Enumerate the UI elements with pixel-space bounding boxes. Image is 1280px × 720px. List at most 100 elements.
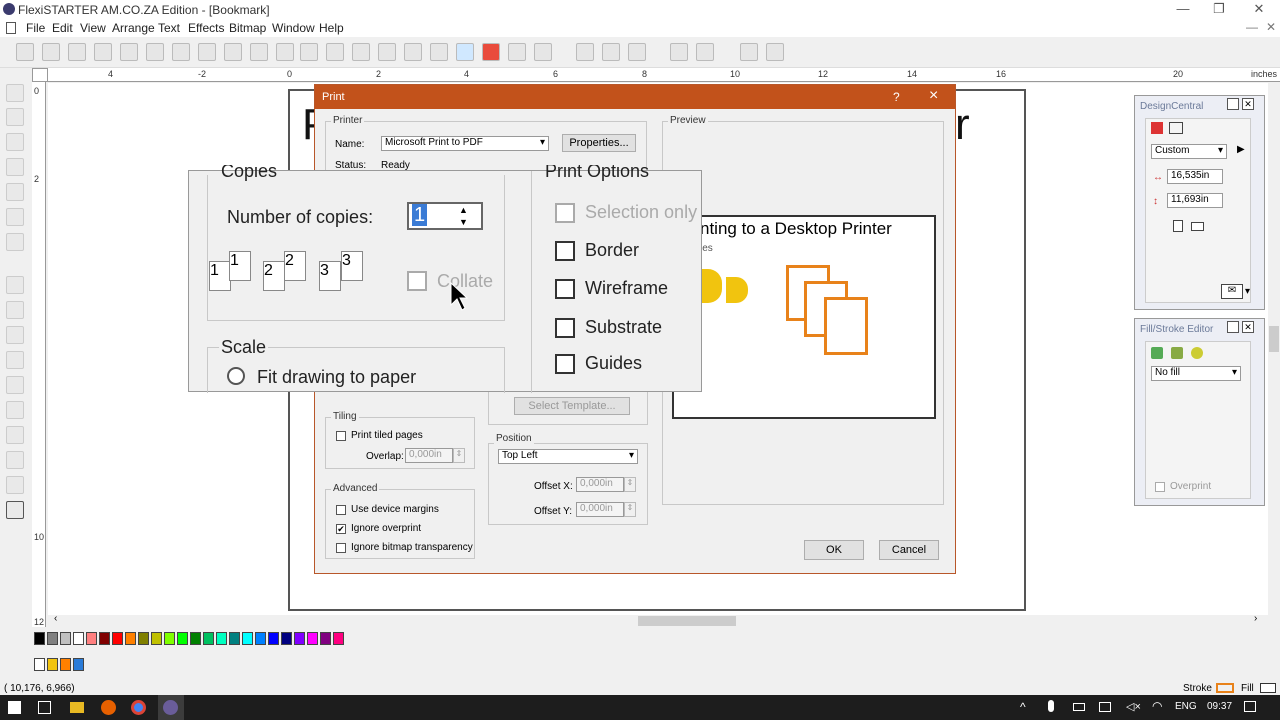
color-swatch[interactable] <box>34 632 45 645</box>
ellipse-icon[interactable] <box>602 43 620 61</box>
menu-window[interactable]: Window <box>272 21 315 35</box>
color-swatch[interactable] <box>268 632 279 645</box>
color-swatch[interactable] <box>73 658 84 671</box>
network-icon[interactable] <box>1099 702 1111 712</box>
menu-arrange[interactable]: Arrange <box>112 21 155 35</box>
color-swatch[interactable] <box>320 632 331 645</box>
clock[interactable]: 09:37 <box>1207 701 1232 712</box>
overprint-checkbox[interactable] <box>1155 482 1165 492</box>
page-preset-select[interactable]: Custom ▾ <box>1151 144 1227 159</box>
offset-y-field[interactable]: 0,000in <box>576 502 624 517</box>
knife-icon[interactable] <box>766 43 784 61</box>
redo-icon[interactable] <box>326 43 344 61</box>
horizontal-scrollbar[interactable]: ‹ › <box>48 613 1268 627</box>
view-tool-icon[interactable] <box>6 501 24 519</box>
dialog-close-button[interactable]: × <box>929 87 938 105</box>
menu-view[interactable]: View <box>80 21 106 35</box>
text-tool-icon[interactable] <box>6 108 24 126</box>
selection-only-checkbox[interactable] <box>555 203 575 223</box>
arrange-icon[interactable] <box>378 43 396 61</box>
zoom-selection-icon[interactable] <box>6 426 24 444</box>
color-swatch[interactable] <box>151 632 162 645</box>
scroll-right-icon[interactable]: › <box>1254 613 1257 624</box>
select-template-button[interactable]: Select Template... <box>514 397 630 415</box>
overlap-spinner[interactable]: ⇕ <box>453 448 465 463</box>
panel-minimize-icon[interactable] <box>1227 98 1239 110</box>
color-swatch[interactable] <box>34 658 45 671</box>
zoom-fit-icon[interactable] <box>6 401 24 419</box>
color-swatch[interactable] <box>164 632 175 645</box>
print-tiled-checkbox[interactable] <box>336 431 346 441</box>
color-swatch[interactable] <box>47 658 58 671</box>
zoom-tool-icon[interactable] <box>6 276 24 294</box>
offset-x-spinner[interactable]: ⇕ <box>624 477 636 492</box>
properties-button[interactable]: Properties... <box>562 134 636 152</box>
page-icon[interactable] <box>1169 122 1183 134</box>
portrait-icon[interactable] <box>1173 220 1183 232</box>
print-icon[interactable] <box>146 43 164 61</box>
play-icon[interactable]: ▶ <box>1237 144 1245 155</box>
palette-icon[interactable] <box>456 43 474 61</box>
offset-x-field[interactable]: 0,000in <box>576 477 624 492</box>
open-icon[interactable] <box>42 43 60 61</box>
chrome-icon[interactable] <box>131 700 146 715</box>
offset-y-spinner[interactable]: ⇕ <box>624 502 636 517</box>
wifi-icon[interactable]: ◠ <box>1152 699 1162 713</box>
panel-close-icon[interactable]: ✕ <box>1242 321 1254 333</box>
star-icon[interactable] <box>628 43 646 61</box>
page-width-field[interactable]: 16,535in <box>1167 169 1223 184</box>
volume-icon[interactable]: ◁× <box>1126 700 1141 713</box>
rectangle-tool-icon[interactable] <box>6 158 24 176</box>
color-swatch[interactable] <box>203 632 214 645</box>
menu-help[interactable]: Help <box>319 21 344 35</box>
fill-style-icon[interactable] <box>1191 347 1203 359</box>
zoom-color-icon[interactable] <box>430 43 448 61</box>
color-swatch[interactable] <box>294 632 305 645</box>
stroke-swatch[interactable] <box>1216 683 1234 693</box>
landscape-icon[interactable] <box>1191 222 1204 231</box>
undo-icon[interactable] <box>300 43 318 61</box>
scroll-left-icon[interactable]: ‹ <box>54 613 57 624</box>
document-setup-icon[interactable] <box>1151 122 1163 134</box>
color-wheel-icon[interactable] <box>404 43 422 61</box>
panel-close-icon[interactable]: ✕ <box>1242 98 1254 110</box>
color-swatch[interactable] <box>242 632 253 645</box>
color-swatch[interactable] <box>60 632 71 645</box>
save-as-icon[interactable] <box>94 43 112 61</box>
menu-edit[interactable]: Edit <box>52 21 73 35</box>
menu-file[interactable]: File <box>26 21 45 35</box>
cloud-upload-icon[interactable] <box>534 43 552 61</box>
close-icon[interactable]: ✕ <box>1248 1 1270 17</box>
scroll-thumb[interactable] <box>638 616 736 626</box>
ignore-bitmap-checkbox[interactable] <box>336 543 346 553</box>
doc-minimize-icon[interactable]: — <box>1246 20 1258 34</box>
panel-minimize-icon[interactable] <box>1227 321 1239 333</box>
import-icon[interactable] <box>120 43 138 61</box>
menu-text[interactable]: Text <box>158 21 180 35</box>
collate-checkbox[interactable] <box>407 271 427 291</box>
hand-tool-icon[interactable] <box>6 476 24 494</box>
border-checkbox[interactable] <box>555 241 575 261</box>
color-swatch[interactable] <box>177 632 188 645</box>
ok-button[interactable]: OK <box>804 540 864 560</box>
cloud-icon[interactable] <box>508 43 526 61</box>
ignore-overprint-checkbox[interactable]: ✔ <box>336 524 346 534</box>
er-icon[interactable] <box>482 43 500 61</box>
wireframe-checkbox[interactable] <box>555 279 575 299</box>
doc-close-icon[interactable]: ✕ <box>1266 20 1276 34</box>
color-swatch[interactable] <box>229 632 240 645</box>
overlap-field[interactable]: 0,000in <box>405 448 453 463</box>
measure-tool-icon[interactable] <box>6 233 24 251</box>
chevron-down-icon[interactable]: ▾ <box>1245 286 1250 297</box>
color-swatch[interactable] <box>216 632 227 645</box>
select-tool-icon[interactable] <box>6 84 24 102</box>
save-icon[interactable] <box>68 43 86 61</box>
ruler-origin[interactable] <box>32 68 48 82</box>
guides-checkbox[interactable] <box>555 354 575 374</box>
fill-bucket-icon[interactable] <box>1151 347 1163 359</box>
send-icon[interactable] <box>198 43 216 61</box>
canvas-text[interactable]: r <box>955 100 970 150</box>
select-arrow-icon[interactable] <box>670 43 688 61</box>
effects-tool-icon[interactable] <box>6 208 24 226</box>
color-swatch[interactable] <box>112 632 123 645</box>
